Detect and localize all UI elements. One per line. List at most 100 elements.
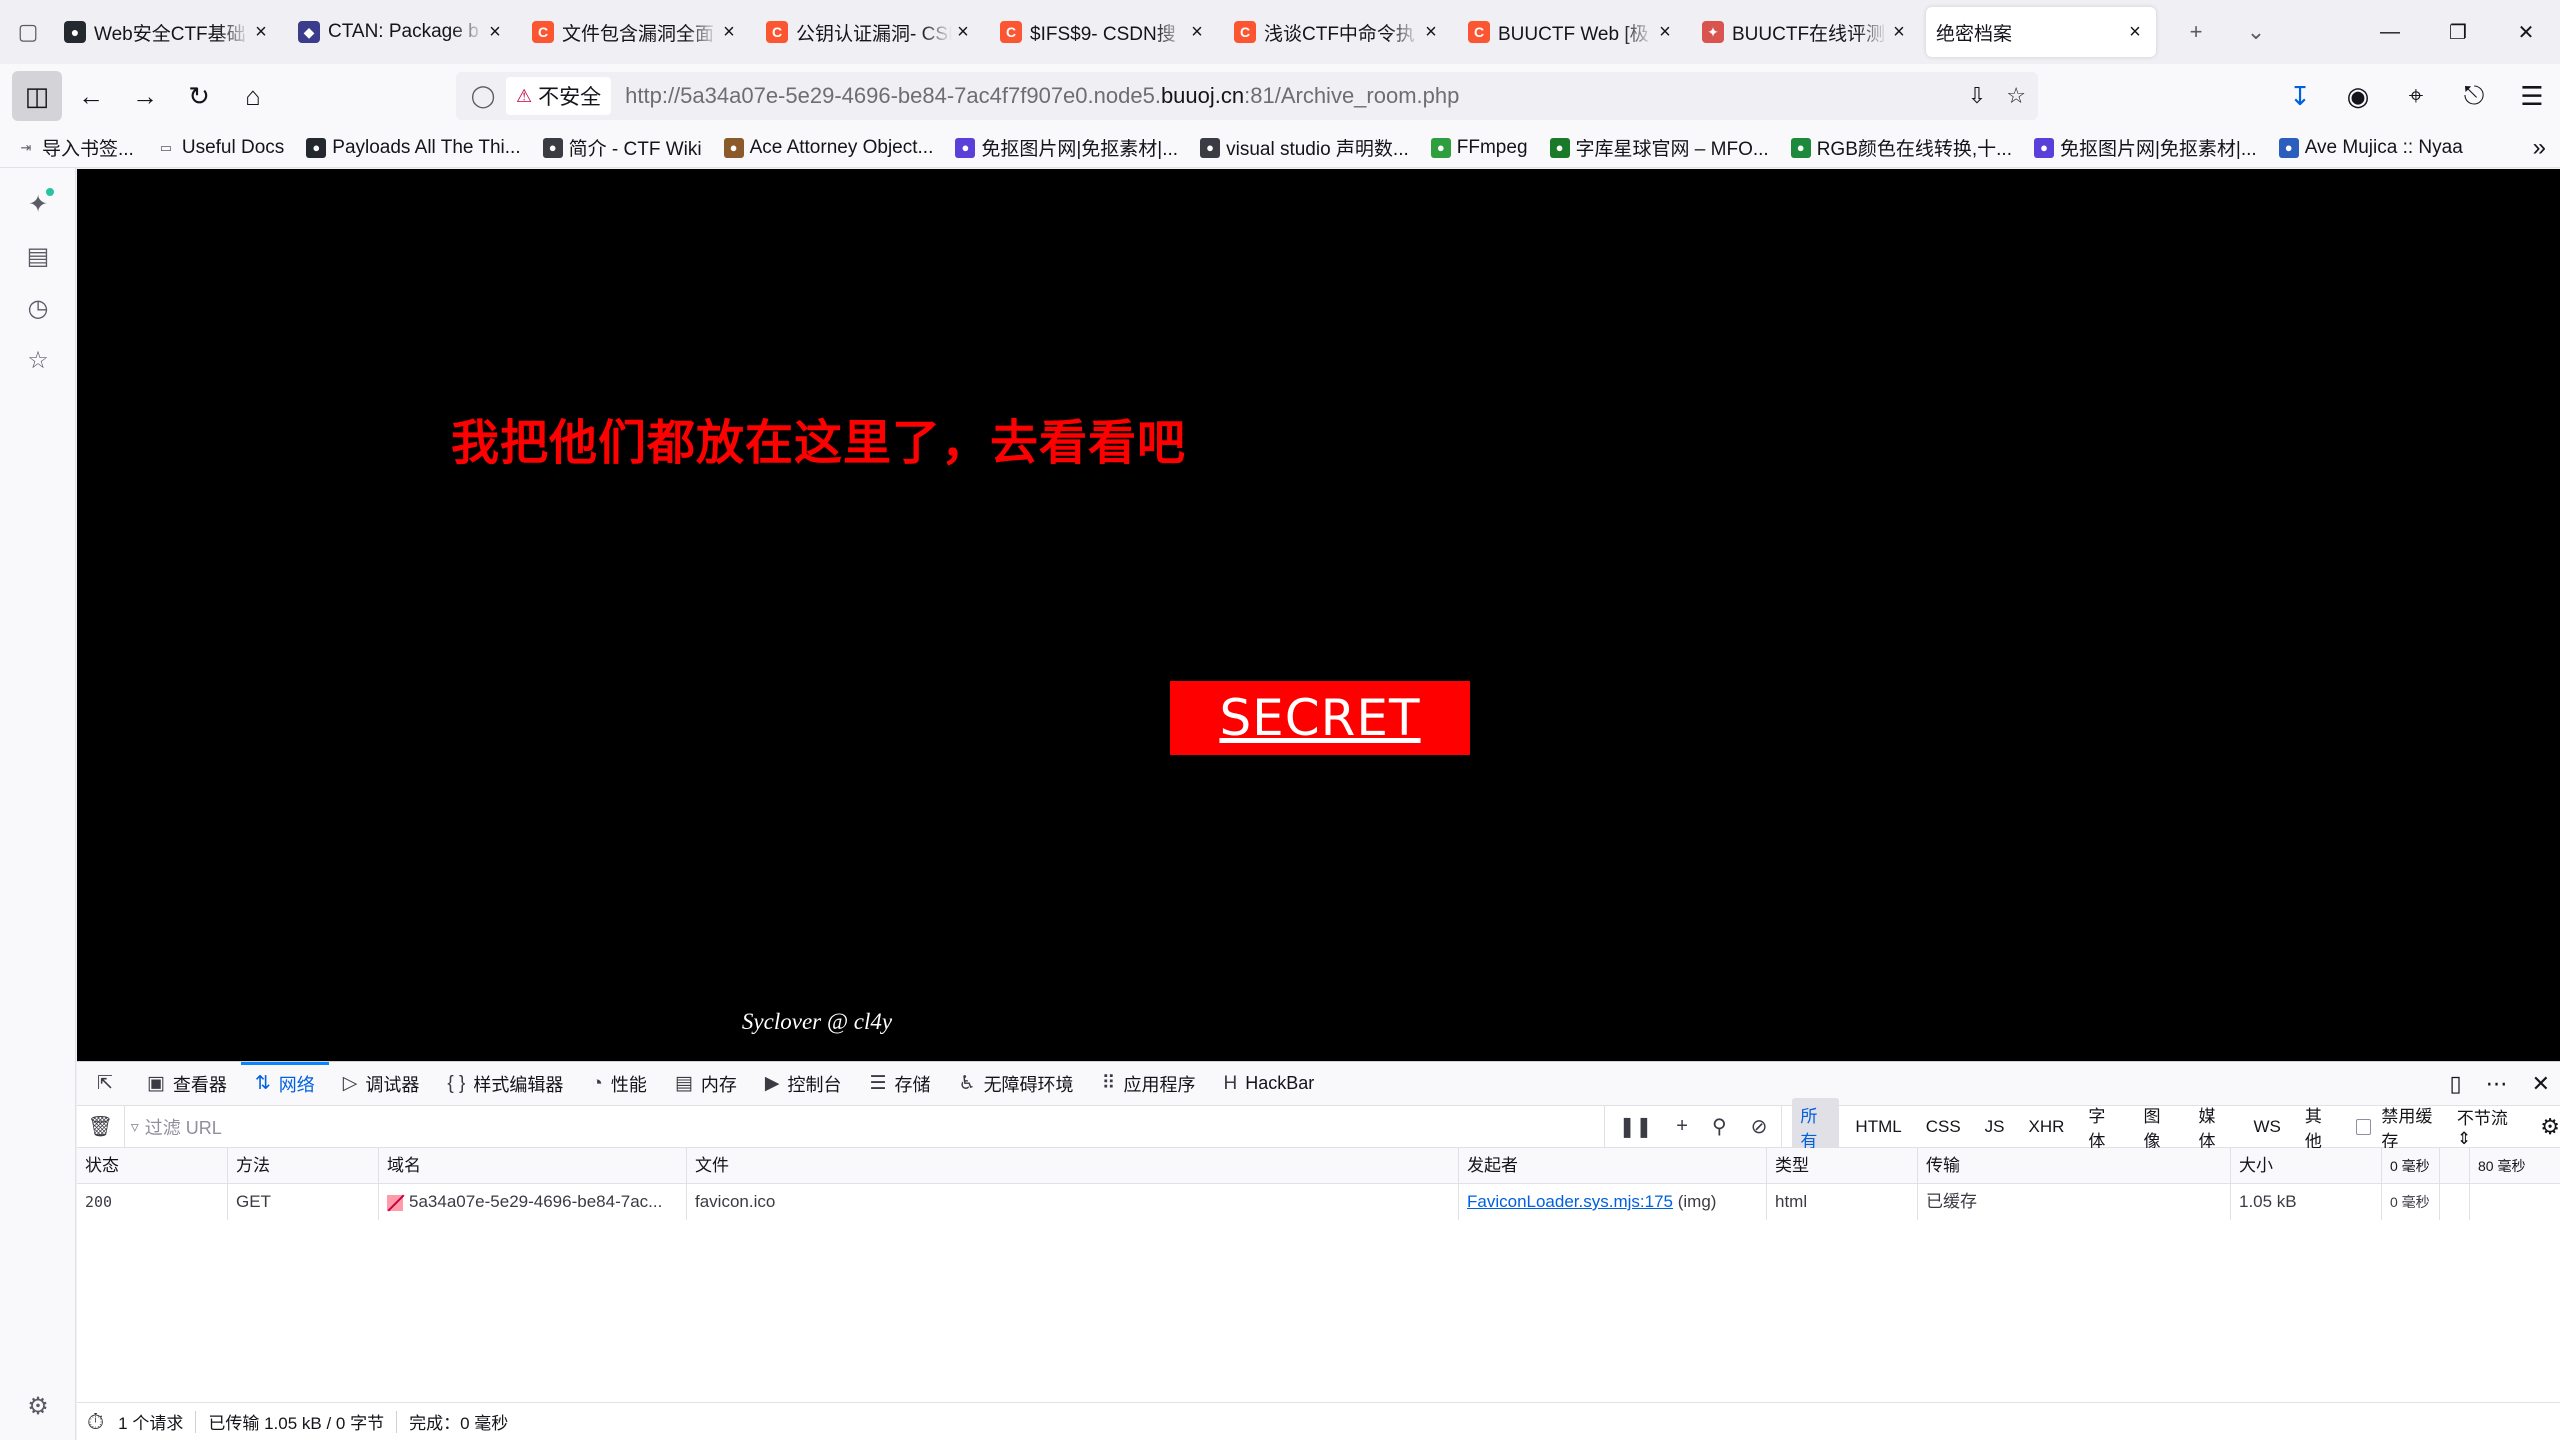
- extensions-icon[interactable]: ⎋: [2456, 71, 2492, 121]
- filter-type-button[interactable]: HTML: [1847, 1113, 1909, 1141]
- initiator-link[interactable]: FaviconLoader.sys.mjs:175: [1467, 1192, 1673, 1211]
- bookmark-item[interactable]: ● Payloads All The Thi...: [306, 137, 521, 159]
- ai-chatbot-icon[interactable]: ✦: [20, 186, 56, 222]
- sidebar-toggle-icon[interactable]: ◫: [12, 71, 62, 121]
- pause-recording-icon[interactable]: ❚❚: [1619, 1114, 1653, 1139]
- bookmark-item[interactable]: ▭ Useful Docs: [156, 137, 285, 159]
- col-domain-header[interactable]: 域名: [379, 1147, 687, 1184]
- col-timeline-80-header[interactable]: 80 毫秒: [2470, 1148, 2560, 1184]
- synced-tabs-icon[interactable]: ▤: [20, 238, 56, 274]
- filter-url-input[interactable]: ▿ 过滤 URL: [123, 1105, 1604, 1148]
- customize-sidebar-gear-icon[interactable]: ⚙: [20, 1388, 56, 1424]
- col-method-header[interactable]: 方法: [228, 1147, 379, 1184]
- page-save-icon[interactable]: ⇩: [1968, 83, 1986, 109]
- bookmark-item[interactable]: ● Ace Attorney Object...: [723, 137, 933, 159]
- col-status-header[interactable]: 状态: [77, 1147, 228, 1184]
- tab-overview-icon[interactable]: ▢: [8, 12, 48, 52]
- tab[interactable]: ◆ CTAN: Package b ×: [288, 7, 516, 57]
- restore-icon[interactable]: ❐: [2424, 0, 2492, 64]
- devtools-tab[interactable]: ♿ 无障碍环境: [945, 1062, 1088, 1106]
- col-type-header[interactable]: 类型: [1767, 1147, 1918, 1184]
- devtools-tab[interactable]: ▷ 调试器: [329, 1062, 434, 1106]
- tab-close-icon[interactable]: ×: [718, 21, 740, 44]
- bookmark-item[interactable]: ● 免抠图片网|免抠素材|...: [955, 134, 1178, 161]
- col-timeline-0-header[interactable]: 0 毫秒: [2382, 1147, 2440, 1184]
- col-file-header[interactable]: 文件: [687, 1147, 1459, 1184]
- bookmarks-overflow-icon[interactable]: »: [2533, 134, 2546, 162]
- performance-stopwatch-icon[interactable]: ⏱: [87, 1409, 104, 1435]
- secret-link-button[interactable]: SECRET: [1170, 681, 1470, 755]
- devtools-tab[interactable]: ▶ 控制台: [751, 1062, 856, 1106]
- bookmark-item[interactable]: ● RGB颜色在线转换,十...: [1790, 134, 2012, 161]
- filter-type-button[interactable]: XHR: [2021, 1113, 2073, 1141]
- dock-side-icon[interactable]: ▯: [2449, 1071, 2461, 1097]
- url-text[interactable]: http://5a34a07e-5e29-4696-be84-7ac4f7f90…: [625, 83, 1459, 109]
- minimize-icon[interactable]: —: [2356, 0, 2424, 64]
- tab-close-icon[interactable]: ×: [1186, 21, 1208, 44]
- devtools-close-icon[interactable]: ✕: [2532, 1071, 2550, 1097]
- tracking-shield-icon[interactable]: ◯: [466, 83, 500, 109]
- history-icon[interactable]: ◷: [20, 290, 56, 326]
- tab[interactable]: ✦ BUUCTF在线评测 ×: [1692, 7, 1920, 57]
- search-icon[interactable]: ⚲: [1712, 1114, 1727, 1139]
- clear-requests-trash-icon[interactable]: 🗑: [77, 1114, 124, 1139]
- account-icon[interactable]: ◉: [2340, 71, 2376, 121]
- add-request-plus-icon[interactable]: +: [1676, 1115, 1688, 1138]
- bookmark-item[interactable]: ● 字库星球官网 – MFO...: [1549, 134, 1769, 161]
- bookmarks-sidebar-icon[interactable]: ☆: [20, 342, 56, 378]
- tab-close-icon[interactable]: ×: [952, 21, 974, 44]
- home-icon[interactable]: ⌂: [228, 71, 278, 121]
- filter-type-button[interactable]: JS: [1977, 1113, 2013, 1141]
- downloads-icon[interactable]: ↧: [2282, 71, 2318, 121]
- back-icon[interactable]: ←: [66, 71, 116, 121]
- tab[interactable]: C BUUCTF Web [极 ×: [1458, 7, 1686, 57]
- bookmark-item[interactable]: ⇥ 导入书签...: [16, 134, 134, 161]
- devtools-tab[interactable]: { } 样式编辑器: [433, 1062, 577, 1106]
- network-settings-gear-icon[interactable]: ⚙: [2540, 1114, 2560, 1140]
- bookmark-item[interactable]: ● FFmpeg: [1430, 137, 1528, 159]
- tab[interactable]: C 文件包含漏洞全面 ×: [522, 7, 750, 57]
- forward-icon[interactable]: →: [120, 71, 170, 121]
- tab-close-icon[interactable]: ×: [1654, 21, 1676, 44]
- bookmark-item[interactable]: ● Ave Mujica :: Nyaa: [2278, 137, 2463, 159]
- devtools-tab[interactable]: ▣ 查看器: [133, 1062, 241, 1106]
- tab-list-chevron-icon[interactable]: ⌄: [2236, 12, 2276, 52]
- tab-close-icon[interactable]: ×: [250, 21, 272, 44]
- tab[interactable]: ● Web安全CTF基础 ×: [54, 7, 282, 57]
- bookmark-item[interactable]: ● 免抠图片网|免抠素材|...: [2034, 134, 2257, 161]
- insecure-badge[interactable]: ⚠ 不安全: [506, 77, 612, 115]
- tab[interactable]: C 公钥认证漏洞- CSI ×: [756, 7, 984, 57]
- screenshot-icon[interactable]: ⌖: [2398, 71, 2434, 121]
- table-row[interactable]: 200 GET 5a34a07e-5e29-4696-be84-7ac... f…: [77, 1184, 2560, 1220]
- devtools-pick-element-icon[interactable]: ⇱: [85, 1062, 133, 1106]
- app-menu-icon[interactable]: ☰: [2514, 71, 2550, 121]
- tab-close-icon[interactable]: ×: [1888, 21, 1910, 44]
- filter-type-button[interactable]: WS: [2245, 1113, 2288, 1141]
- tab-close-icon[interactable]: ×: [1420, 21, 1442, 44]
- new-tab-icon[interactable]: +: [2176, 12, 2216, 52]
- block-requests-icon[interactable]: ⊘: [1751, 1114, 1768, 1139]
- filter-type-button[interactable]: CSS: [1918, 1113, 1969, 1141]
- devtools-tab[interactable]: ⇅ 网络: [240, 1061, 329, 1106]
- col-size-header[interactable]: 大小: [2231, 1147, 2382, 1184]
- devtools-tab[interactable]: ▤ 内存: [661, 1062, 751, 1106]
- reload-icon[interactable]: ↻: [174, 71, 224, 121]
- devtools-tab[interactable]: ☰ 存储: [855, 1062, 944, 1106]
- devtools-tab[interactable]: H HackBar: [1209, 1062, 1328, 1106]
- bookmark-item[interactable]: ● visual studio 声明数...: [1200, 134, 1409, 161]
- tab[interactable]: C $IFS$9- CSDN搜 ×: [990, 7, 1218, 57]
- bookmark-star-icon[interactable]: ☆: [2006, 83, 2026, 109]
- tab[interactable]: C 浅谈CTF中命令执 ×: [1224, 7, 1452, 57]
- tab-active[interactable]: 绝密档案 ×: [1926, 7, 2156, 57]
- devtools-tab[interactable]: ◔ 性能: [577, 1062, 660, 1106]
- col-transferred-header[interactable]: 传输: [1918, 1147, 2231, 1184]
- devtools-more-icon[interactable]: ⋯: [2486, 1071, 2508, 1097]
- throttle-select[interactable]: 不节流 ⇕: [2457, 1104, 2524, 1149]
- close-window-icon[interactable]: ✕: [2492, 0, 2560, 64]
- bookmark-item[interactable]: ● 简介 - CTF Wiki: [542, 134, 702, 161]
- col-initiator-header[interactable]: 发起者: [1459, 1147, 1767, 1184]
- address-bar[interactable]: ◯ ⚠ 不安全 http://5a34a07e-5e29-4696-be84-7…: [456, 72, 2038, 120]
- devtools-tab[interactable]: ⠿ 应用程序: [1088, 1062, 1210, 1106]
- tab-close-icon[interactable]: ×: [484, 21, 506, 44]
- disable-cache-checkbox[interactable]: [2355, 1118, 2372, 1135]
